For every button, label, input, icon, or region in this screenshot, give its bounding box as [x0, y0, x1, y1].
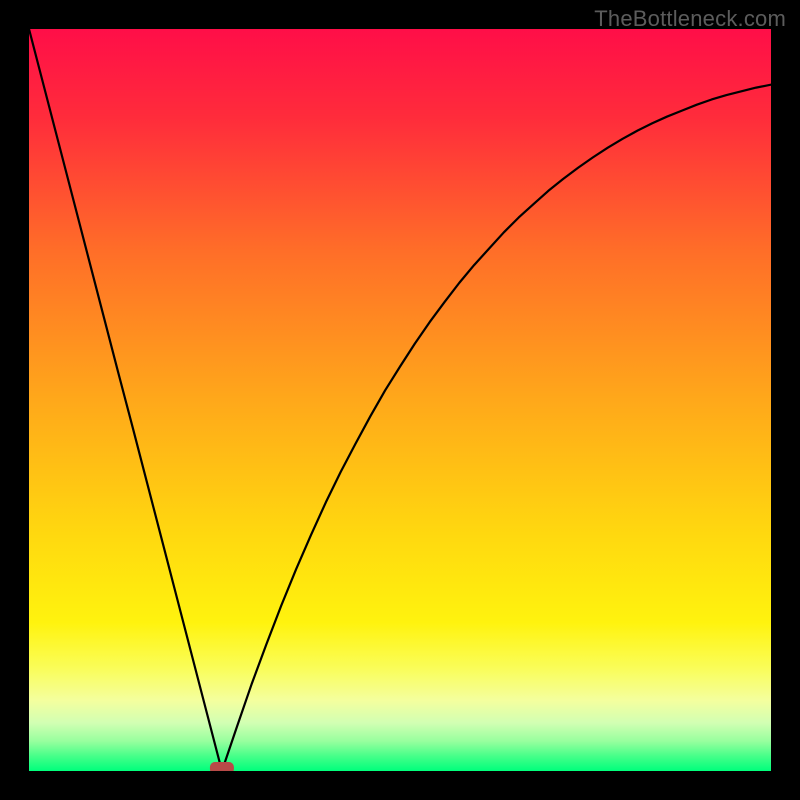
chart-frame: TheBottleneck.com	[0, 0, 800, 800]
minimum-marker	[210, 762, 234, 771]
curve-layer	[29, 29, 771, 771]
bottleneck-curve	[29, 29, 771, 771]
plot-area	[29, 29, 771, 771]
